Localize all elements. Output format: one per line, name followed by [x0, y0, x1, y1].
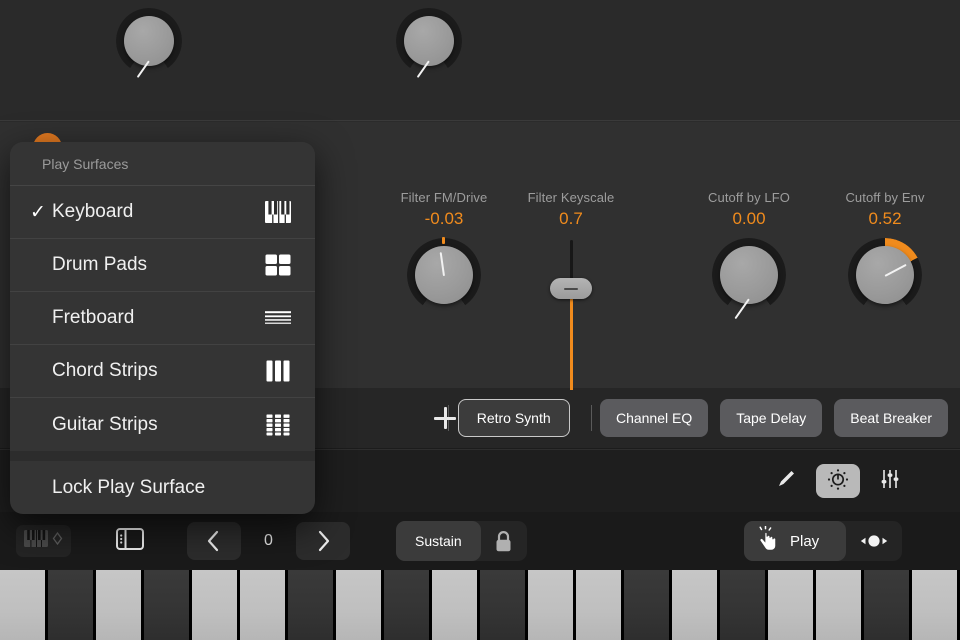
pencil-icon	[775, 468, 797, 495]
piano-key-black-10[interactable]	[480, 570, 528, 640]
cutoff-by-lfo-knob[interactable]	[712, 238, 786, 312]
strings-lines-icon	[265, 309, 291, 327]
filter-keyscale-fill	[570, 290, 573, 390]
chevron-updown-icon	[52, 532, 63, 550]
filter-fm-drive-tick	[442, 237, 445, 244]
chevron-left-icon	[207, 530, 221, 552]
filter-keyscale-slider[interactable]	[551, 240, 591, 390]
glide-icon	[858, 533, 890, 549]
top-knob-1-face	[124, 16, 174, 66]
menu-item-label: Chord Strips	[52, 360, 265, 382]
piano-key-white-16[interactable]	[768, 570, 816, 640]
cutoff-by-env-value: 0.52	[805, 209, 960, 229]
top-knob-2[interactable]	[396, 8, 462, 74]
effect-slot-channel-eq[interactable]: Channel EQ	[600, 399, 708, 437]
piano-key-white-7[interactable]	[336, 570, 384, 640]
play-surfaces-menu: Play Surfaces ✓ Keyboard Drum Pads	[10, 142, 315, 514]
sustain-button[interactable]: Sustain	[396, 521, 481, 561]
piano-key-black-8[interactable]	[384, 570, 432, 640]
filter-fm-drive-knob[interactable]	[407, 238, 481, 312]
play-glide-group: Play	[744, 521, 902, 561]
octave-nav-group: 0	[187, 522, 350, 560]
menu-item-fretboard[interactable]: Fretboard	[10, 292, 315, 345]
cutoff-by-env-knob[interactable]	[848, 238, 922, 312]
tab-controls[interactable]	[816, 464, 860, 498]
checkmark-icon: ✓	[30, 201, 52, 224]
menu-item-keyboard[interactable]: ✓ Keyboard	[10, 186, 315, 239]
piano-key-black-18[interactable]	[864, 570, 912, 640]
play-button-label: Play	[790, 533, 819, 550]
octave-up-button[interactable]	[296, 522, 350, 560]
menu-item-label: Keyboard	[52, 201, 265, 223]
piano-key-black-3[interactable]	[144, 570, 192, 640]
menu-item-lock-play-surface[interactable]: Lock Play Surface	[10, 461, 315, 514]
cutoff-by-env-label: Cutoff by Env	[805, 190, 960, 205]
add-plugin-button[interactable]	[432, 405, 439, 431]
vertical-bars-icon	[265, 360, 291, 382]
menu-item-drum-pads[interactable]: Drum Pads	[10, 239, 315, 292]
effect-slot-beat-breaker[interactable]: Beat Breaker	[834, 399, 948, 437]
grid-strips-icon	[265, 414, 291, 436]
piano-key-white-14[interactable]	[672, 570, 720, 640]
piano-key-black-13[interactable]	[624, 570, 672, 640]
piano-key-white-5[interactable]	[240, 570, 288, 640]
glide-button[interactable]	[846, 521, 902, 561]
piano-key-white-11[interactable]	[528, 570, 576, 640]
piano-key-black-1[interactable]	[48, 570, 96, 640]
piano-keys-icon	[24, 530, 48, 552]
menu-item-guitar-strips[interactable]: Guitar Strips	[10, 398, 315, 451]
tap-hand-icon	[756, 526, 781, 556]
piano-key-white-4[interactable]	[192, 570, 240, 640]
piano-key-black-6[interactable]	[288, 570, 336, 640]
piano-key-white-9[interactable]	[432, 570, 480, 640]
menu-header-title: Play Surfaces	[10, 142, 315, 186]
filter-keyscale-label: Filter Keyscale	[491, 190, 651, 205]
chevron-right-icon	[316, 530, 330, 552]
piano-key-white-2[interactable]	[96, 570, 144, 640]
octave-value: 0	[241, 532, 296, 550]
piano-key-white-12[interactable]	[576, 570, 624, 640]
bottom-toolbar: 0 Sustain	[0, 512, 960, 570]
cutoff-by-lfo-face	[720, 246, 778, 304]
sidebar-icon	[116, 528, 144, 555]
piano-key-black-15[interactable]	[720, 570, 768, 640]
play-surface-selector[interactable]	[16, 525, 71, 557]
filter-keyscale-handle[interactable]	[550, 278, 592, 299]
menu-item-chord-strips[interactable]: Chord Strips	[10, 345, 315, 398]
sliders-icon	[879, 468, 901, 495]
top-knob-2-face	[404, 16, 454, 66]
menu-item-label: Guitar Strips	[52, 414, 265, 436]
lock-icon	[494, 530, 513, 553]
instrument-slot-button[interactable]: Retro Synth	[458, 399, 570, 437]
piano-key-white-19[interactable]	[912, 570, 960, 640]
effect-slot-tape-delay[interactable]: Tape Delay	[720, 399, 822, 437]
tab-mixer[interactable]	[868, 464, 912, 498]
play-button[interactable]: Play	[744, 521, 846, 561]
piano-keys-icon	[265, 201, 291, 223]
filter-keyscale-value: 0.7	[491, 209, 651, 229]
lock-button[interactable]	[481, 521, 527, 561]
menu-item-label: Drum Pads	[52, 254, 265, 276]
piano-key-white-17[interactable]	[816, 570, 864, 640]
tab-edit[interactable]	[764, 464, 808, 498]
piano-key-white-0[interactable]	[0, 570, 48, 640]
controls-icon	[826, 467, 850, 496]
octave-down-button[interactable]	[187, 522, 241, 560]
top-knob-1[interactable]	[116, 8, 182, 74]
menu-item-label: Fretboard	[52, 307, 265, 329]
sustain-lock-group: Sustain	[396, 521, 527, 561]
menu-separator	[10, 451, 315, 461]
logic-remote-screen: Filter FM/Drive -0.03 Filter Keyscale 0.…	[0, 0, 960, 640]
sidebar-toggle-button[interactable]	[113, 525, 147, 557]
grid-pads-icon	[265, 254, 291, 276]
piano-keybed[interactable]	[0, 570, 960, 640]
